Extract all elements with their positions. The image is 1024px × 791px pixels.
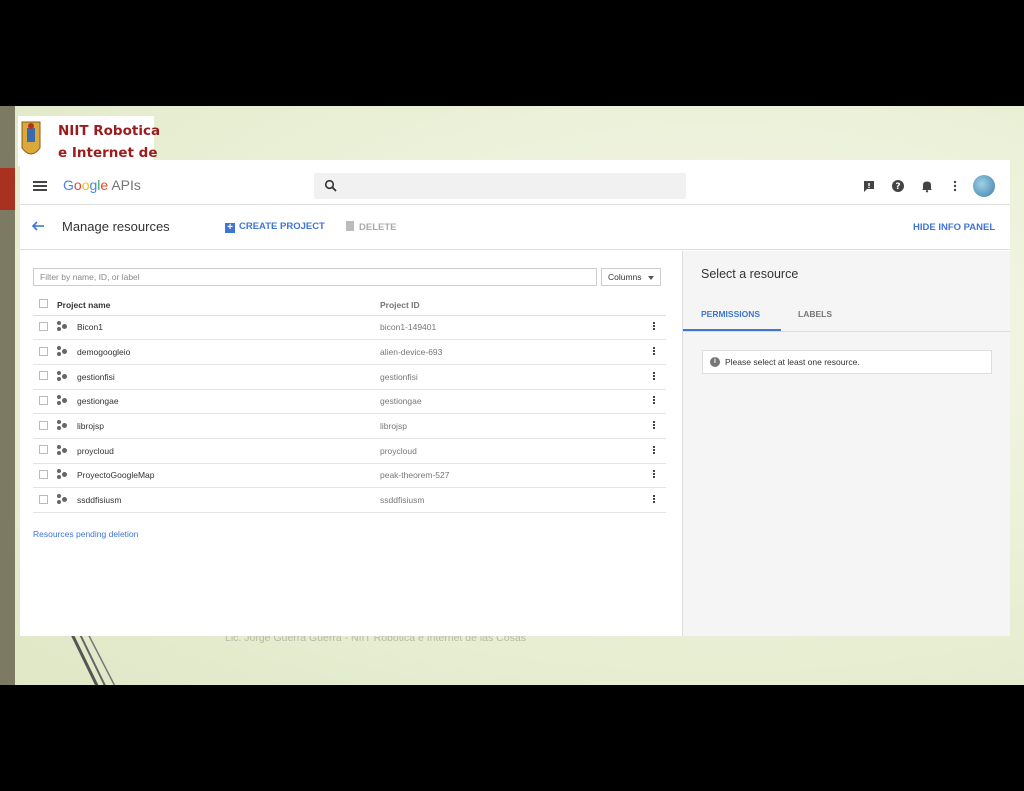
- project-icon: [57, 321, 69, 332]
- create-project-button[interactable]: + CREATE PROJECT: [225, 221, 325, 233]
- resources-pending-deletion-link[interactable]: Resources pending deletion: [33, 529, 138, 539]
- project-name[interactable]: ProyectoGoogleMap: [77, 463, 380, 489]
- more-vert-icon[interactable]: [652, 469, 656, 479]
- project-id: alien-device-693: [380, 339, 642, 365]
- info-panel: Select a resource PERMISSIONS LABELS i Pl…: [682, 251, 1010, 636]
- more-vert-icon[interactable]: [652, 420, 656, 430]
- project-icon: [57, 444, 69, 455]
- more-vert-icon[interactable]: [652, 445, 656, 455]
- table-header: Project name Project ID: [33, 295, 666, 316]
- project-name[interactable]: gestiongae: [77, 389, 380, 415]
- help-icon[interactable]: ?: [891, 179, 905, 193]
- table-row[interactable]: proycloud proycloud: [33, 438, 666, 464]
- more-vert-icon[interactable]: [948, 179, 962, 193]
- add-icon: +: [225, 223, 235, 233]
- delete-button[interactable]: DELETE: [346, 221, 396, 233]
- info-icon: i: [710, 357, 720, 367]
- column-header-name[interactable]: Project name: [57, 295, 380, 316]
- project-icon: [57, 494, 69, 505]
- table-row[interactable]: gestionfisi gestionfisi: [33, 364, 666, 390]
- notifications-icon[interactable]: [920, 179, 934, 193]
- project-id: peak-theorem-527: [380, 463, 642, 489]
- row-checkbox[interactable]: [39, 420, 48, 430]
- tab-permissions[interactable]: PERMISSIONS: [701, 309, 760, 319]
- table-row[interactable]: Bicon1 bicon1-149401: [33, 315, 666, 341]
- columns-dropdown[interactable]: Columns: [601, 268, 661, 286]
- search-input[interactable]: [314, 173, 686, 199]
- project-name[interactable]: librojsp: [77, 413, 380, 439]
- projects-table: Project name Project ID Bicon1 bicon1-149…: [33, 295, 666, 513]
- more-vert-icon[interactable]: [652, 494, 656, 504]
- tab-labels[interactable]: LABELS: [798, 309, 832, 319]
- resource-list: Filter by name, ID, or label Columns Pro…: [20, 251, 682, 636]
- project-icon: [57, 395, 69, 406]
- avatar[interactable]: [973, 175, 995, 197]
- project-icon: [57, 469, 69, 480]
- logo-text: NIIT Robotica e Internet de: [58, 120, 160, 164]
- row-checkbox[interactable]: [39, 346, 48, 356]
- tab-divider: [683, 331, 1010, 332]
- brand-logo[interactable]: Google APIs: [63, 177, 141, 193]
- row-checkbox[interactable]: [39, 494, 48, 504]
- row-checkbox[interactable]: [39, 469, 48, 479]
- project-id: bicon1-149401: [380, 315, 642, 341]
- row-checkbox[interactable]: [39, 321, 48, 331]
- logo-line-1: NIIT Robotica: [58, 123, 161, 139]
- project-id: ssddfisiusm: [380, 487, 642, 513]
- table-row[interactable]: ProyectoGoogleMap peak-theorem-527: [33, 463, 666, 489]
- row-checkbox[interactable]: [39, 445, 48, 455]
- chevron-down-icon: [648, 276, 654, 280]
- project-icon: [57, 420, 69, 431]
- project-name[interactable]: gestionfisi: [77, 364, 380, 390]
- hide-info-panel-button[interactable]: HIDE INFO PANEL: [913, 222, 995, 233]
- console-window: Google APIs ? Manage resources + CREATE P…: [20, 160, 1010, 636]
- top-bar: Google APIs ?: [20, 160, 1010, 205]
- back-arrow-icon[interactable]: [31, 219, 45, 233]
- table-row[interactable]: ssddfisiusm ssddfisiusm: [33, 487, 666, 513]
- filter-input[interactable]: Filter by name, ID, or label: [33, 268, 597, 286]
- crest-icon: [21, 121, 41, 155]
- select-all-checkbox[interactable]: [39, 299, 48, 309]
- project-name[interactable]: demogoogleio: [77, 339, 380, 365]
- project-id: proycloud: [380, 438, 642, 464]
- info-notice: i Please select at least one resource.: [702, 350, 992, 374]
- action-bar: Manage resources + CREATE PROJECT DELETE …: [20, 205, 1010, 250]
- row-checkbox[interactable]: [39, 371, 48, 381]
- table-row[interactable]: demogoogleio alien-device-693: [33, 339, 666, 365]
- project-id: librojsp: [380, 413, 642, 439]
- search-icon: [324, 179, 337, 192]
- row-checkbox[interactable]: [39, 395, 48, 405]
- project-name[interactable]: Bicon1: [77, 315, 380, 341]
- trash-icon: [346, 221, 354, 231]
- project-name[interactable]: proycloud: [77, 438, 380, 464]
- project-name[interactable]: ssddfisiusm: [77, 487, 380, 513]
- more-vert-icon[interactable]: [652, 346, 656, 356]
- slide-left-bar: [0, 106, 15, 685]
- page-title: Manage resources: [62, 219, 170, 234]
- more-vert-icon[interactable]: [652, 371, 656, 381]
- project-icon: [57, 346, 69, 357]
- info-panel-title: Select a resource: [701, 267, 799, 281]
- project-icon: [57, 370, 69, 381]
- slide-accent: [0, 168, 15, 210]
- table-row[interactable]: librojsp librojsp: [33, 413, 666, 439]
- project-id: gestiongae: [380, 389, 642, 415]
- more-vert-icon[interactable]: [652, 321, 656, 331]
- project-id: gestionfisi: [380, 364, 642, 390]
- svg-text:?: ?: [895, 182, 900, 192]
- table-row[interactable]: gestiongae gestiongae: [33, 389, 666, 415]
- more-vert-icon[interactable]: [652, 395, 656, 405]
- feedback-icon[interactable]: [862, 179, 876, 193]
- column-header-id[interactable]: Project ID: [380, 295, 642, 316]
- logo: NIIT Robotica e Internet de: [18, 116, 160, 166]
- menu-icon[interactable]: [33, 181, 47, 191]
